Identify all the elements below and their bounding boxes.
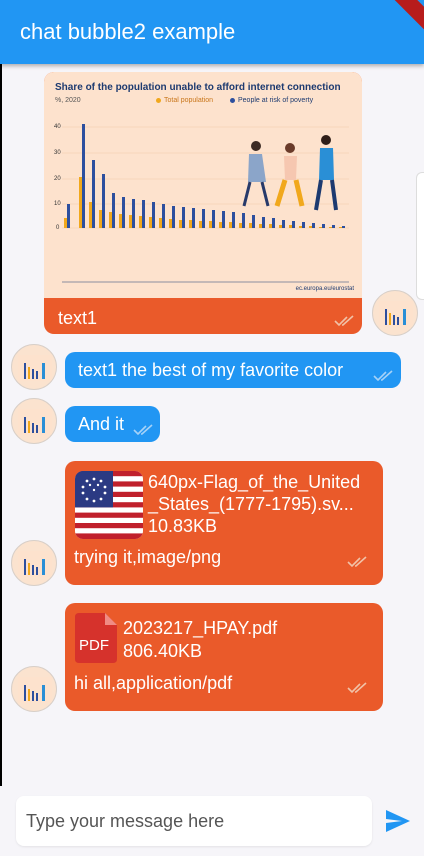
send-icon xyxy=(385,809,411,836)
app-bar: chat bubble2 example xyxy=(0,0,424,64)
message-image[interactable]: Share of the population unable to afford… xyxy=(44,72,362,298)
app-title: chat bubble2 example xyxy=(20,19,236,44)
message-text: text1 the best of my favorite color xyxy=(78,360,344,380)
window-edge xyxy=(0,64,2,856)
file-size: 806.40KB xyxy=(123,641,203,661)
text-message-bubble[interactable]: text1 the best of my favorite color xyxy=(65,352,401,388)
file-message-bubble[interactable]: 640px-Flag_of_the_United _States_(1777-1… xyxy=(65,461,383,585)
text-message-bubble[interactable]: And it xyxy=(65,406,160,442)
avatar[interactable] xyxy=(11,540,57,586)
avatar[interactable] xyxy=(11,344,57,390)
pdf-file-icon[interactable]: PDF xyxy=(75,613,117,663)
file-caption: trying it,image/png xyxy=(74,547,222,567)
scroll-handle[interactable] xyxy=(416,172,424,300)
image-bar-artwork xyxy=(62,124,349,283)
double-check-icon xyxy=(347,556,369,568)
double-check-icon xyxy=(133,424,155,436)
file-caption: hi all,application/pdf xyxy=(74,673,233,693)
file-size: 10.83KB xyxy=(148,516,218,536)
image-source: ec.europa.eu/eurostat xyxy=(295,286,354,292)
send-button[interactable] xyxy=(382,808,414,836)
double-check-icon xyxy=(334,315,356,327)
file-message-bubble[interactable]: PDF 2023217_HPAY.pdf 806.40KB hi all,app… xyxy=(65,603,383,711)
avatar[interactable] xyxy=(11,666,57,712)
message-composer xyxy=(0,786,424,856)
message-text: And it xyxy=(78,414,125,434)
pdf-icon-label: PDF xyxy=(79,637,109,654)
file-name-line-2: _States_(1777-1795).sv... xyxy=(148,494,354,514)
file-name-line-1: 640px-Flag_of_the_United xyxy=(148,472,361,492)
file-thumbnail[interactable] xyxy=(75,471,143,539)
image-message-bubble[interactable]: Share of the population unable to afford… xyxy=(44,72,362,334)
file-name: 2023217_HPAY.pdf xyxy=(123,618,278,638)
message-input[interactable] xyxy=(16,796,372,846)
double-check-icon xyxy=(373,370,395,382)
avatar[interactable] xyxy=(372,290,418,336)
avatar[interactable] xyxy=(11,398,57,444)
image-message-caption: text1 xyxy=(58,308,98,328)
double-check-icon xyxy=(347,682,369,694)
